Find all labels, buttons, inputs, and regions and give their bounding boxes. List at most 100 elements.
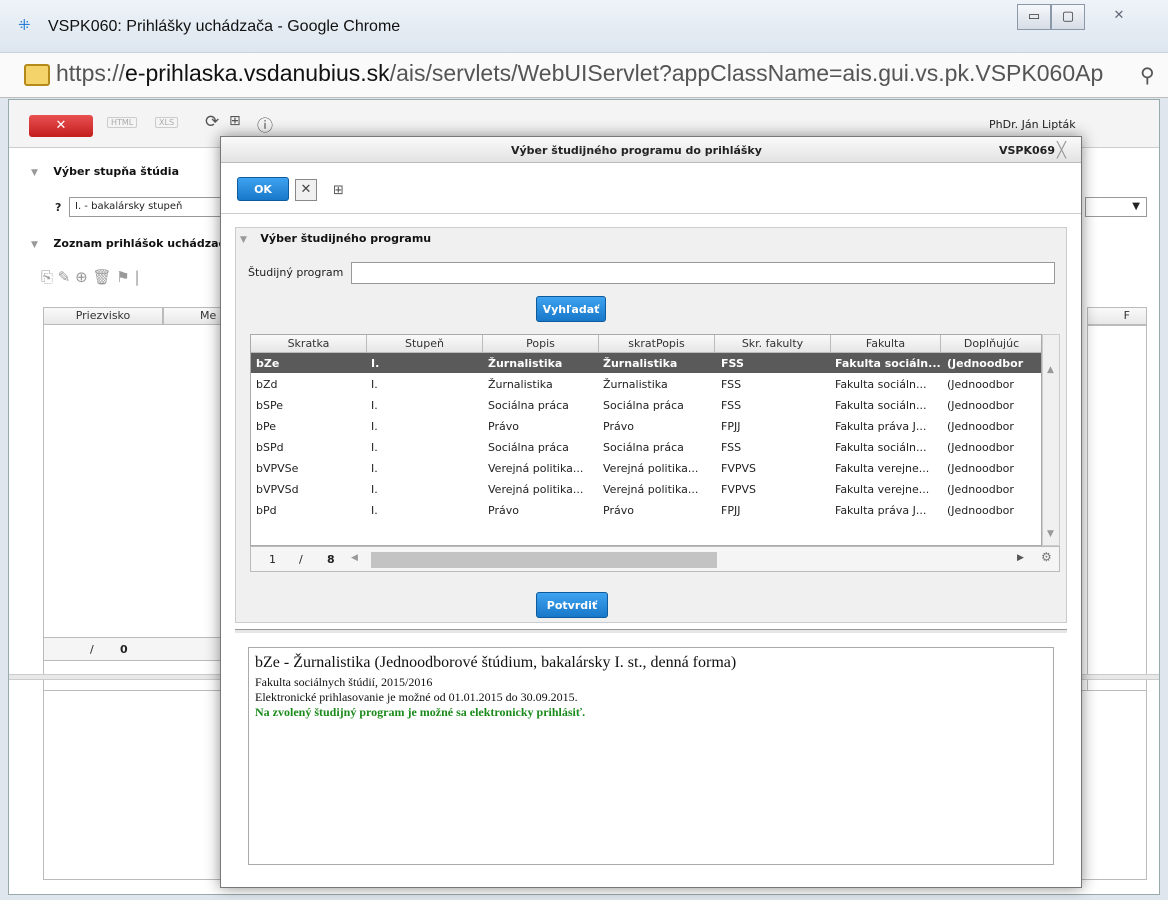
table-row[interactable]: bPd I. Právo Právo FPJJ Fakulta práva J... (Je… [251, 500, 1041, 520]
list-action-icons[interactable]: ⎘ ✎ ⊕ 🗑 ⚑ | [41, 268, 140, 286]
table-cell: bSPe [256, 399, 283, 412]
table-cell: Fakulta verejne... [835, 483, 930, 496]
col-header[interactable]: Doplňujúc [941, 335, 1041, 353]
minimize-button[interactable]: ▭ [1017, 4, 1051, 30]
pager-current: 1 [269, 553, 276, 566]
scroll-right-icon[interactable]: ▶ [1017, 553, 1024, 563]
xls-export-button[interactable]: XLS [155, 117, 179, 128]
lock-warning-icon[interactable] [24, 64, 50, 86]
table-cell: FVPVS [721, 462, 756, 475]
table-cell: FSS [721, 378, 742, 391]
section2-header[interactable]: ▼ Zoznam prihlášok uchádzača [31, 237, 233, 250]
info-icon[interactable]: ⓘ [257, 112, 273, 136]
collapse-triangle-icon[interactable]: ▼ [31, 168, 38, 178]
html-export-button[interactable]: HTML [107, 117, 138, 128]
settings-icon[interactable]: ⚙ [1041, 550, 1052, 564]
tree-icon[interactable]: ⊞ [229, 113, 241, 129]
address-bar[interactable]: https://e-prihlaska.vsdanubius.sk/ais/se… [0, 52, 1168, 98]
col-header[interactable]: Popis [483, 335, 599, 353]
horizontal-scroll-thumb[interactable] [371, 552, 717, 568]
table-cell: Fakulta sociáln... [835, 399, 927, 412]
scroll-up-icon[interactable]: ▲ [1047, 365, 1054, 375]
table-cell: I. [371, 483, 378, 496]
table-row[interactable]: bSPe I. Sociálna práca Sociálna práca FSS Fak… [251, 395, 1041, 415]
table-cell: Právo [603, 420, 634, 433]
grid-vertical-scrollbar[interactable]: ▲ ▼ [1042, 334, 1060, 546]
table-cell: Verejná politika... [488, 483, 584, 496]
degree-select-dropdown[interactable]: ▼ [1085, 197, 1147, 217]
chevron-down-icon: ▼ [1132, 201, 1140, 212]
col-name[interactable]: Me [163, 307, 223, 325]
confirm-button[interactable]: Potvrdiť [536, 592, 608, 618]
details-program-name: bZe - Žurnalistika (Jednoodborové štúdiu… [255, 654, 737, 671]
table-cell: Fakulta sociáln... [835, 357, 941, 370]
table-row[interactable]: bSPd I. Sociálna práca Sociálna práca FSS Fak… [251, 437, 1041, 457]
col-surname[interactable]: Priezvisko [43, 307, 163, 325]
maximize-button[interactable]: ▢ [1051, 4, 1085, 30]
table-cell: Fakulta sociáln... [835, 378, 927, 391]
dialog-title: Výber študijného programu do prihlášky [511, 144, 762, 157]
window-title: VSPK060: Prihlášky uchádzača - Google Ch… [48, 18, 401, 35]
table-cell: Sociálna práca [488, 441, 569, 454]
chrome-app-icon: ⁜ [18, 16, 31, 34]
scroll-left-icon[interactable]: ◀ [351, 553, 358, 563]
table-cell: bZd [256, 378, 278, 391]
applications-grid [43, 307, 223, 737]
degree-select[interactable]: I. - bakalársky stupeň [69, 197, 224, 217]
col-header[interactable]: Stupeň [367, 335, 483, 353]
table-cell: Žurnalistika [488, 378, 553, 391]
table-row[interactable]: bZd I. Žurnalistika Žurnalistika FSS Fakulta … [251, 374, 1041, 394]
table-cell: I. [371, 357, 380, 370]
table-row[interactable]: bZe I. Žurnalistika Žurnalistika FSS Fakulta … [251, 353, 1041, 373]
url-text[interactable]: https://e-prihlaska.vsdanubius.sk/ais/se… [56, 60, 1136, 87]
table-cell: I. [371, 441, 378, 454]
table-cell: Žurnalistika [488, 357, 563, 370]
grid-pager: 1 / 8 ◀ ▶ ⚙ [250, 546, 1060, 572]
details-faculty: Fakulta sociálnych štúdií, 2015/2016 [255, 675, 433, 689]
col-header[interactable]: Fakulta [831, 335, 941, 353]
panel-header[interactable]: ▼ Výber študijného programu [240, 232, 431, 245]
search-icon[interactable]: ⚲ [1140, 63, 1155, 87]
table-row[interactable]: bVPVSe I. Verejná politika... Verejná polit… [251, 458, 1041, 478]
collapse-triangle-icon[interactable]: ▼ [31, 240, 38, 250]
table-cell: bSPd [256, 441, 284, 454]
program-details: bZe - Žurnalistika (Jednoodborové štúdiu… [248, 647, 1054, 865]
table-cell: (Jednoodbor [947, 483, 1014, 496]
search-button[interactable]: Vyhľadať [536, 296, 606, 322]
col-header[interactable]: Skratka [251, 335, 367, 353]
help-mark[interactable]: ? [55, 201, 61, 214]
col-header[interactable]: skratPopis [599, 335, 715, 353]
close-window-button[interactable]: ✕ [1090, 4, 1148, 30]
col-header[interactable]: Skr. fakulty [715, 335, 831, 353]
cancel-icon[interactable]: ✕ [295, 179, 317, 201]
table-cell: Fakulta práva J... [835, 420, 927, 433]
table-cell: Právo [488, 420, 519, 433]
scroll-down-icon[interactable]: ▼ [1047, 529, 1054, 539]
table-cell: bZe [256, 357, 280, 370]
close-app-button[interactable]: ✕ [29, 115, 93, 137]
table-cell: bVPVSd [256, 483, 299, 496]
table-cell: I. [371, 462, 378, 475]
table-cell: I. [371, 399, 378, 412]
table-row[interactable]: bPe I. Právo Právo FPJJ Fakulta práva J... (Je… [251, 416, 1041, 436]
details-status: Na zvolený študijný program je možné sa … [255, 705, 586, 719]
dialog-titlebar: Výber študijného programu do prihlášky V… [221, 137, 1081, 163]
table-cell: bPd [256, 504, 277, 517]
dialog-splitter[interactable] [235, 629, 1067, 633]
dialog-code: VSPK069 [999, 144, 1055, 157]
program-select-dialog: Výber študijného programu do prihlášky V… [220, 136, 1082, 888]
table-cell: I. [371, 420, 378, 433]
table-cell: Žurnalistika [603, 357, 678, 370]
table-cell: I. [371, 378, 378, 391]
collapse-triangle-icon[interactable]: ▼ [240, 235, 247, 245]
program-input[interactable] [351, 262, 1055, 284]
details-dates: Elektronické prihlasovanie je možné od 0… [255, 690, 578, 704]
close-icon[interactable]: ╳ [1057, 141, 1066, 159]
ok-button[interactable]: OK [237, 177, 289, 201]
table-row[interactable]: bVPVSd I. Verejná politika... Verejná polit… [251, 479, 1041, 499]
col-f[interactable]: F [1087, 307, 1147, 325]
table-cell: Právo [603, 504, 634, 517]
refresh-icon[interactable]: ⟳ [205, 112, 219, 132]
tree-icon[interactable]: ⊞ [333, 183, 344, 198]
section1-header[interactable]: ▼ Výber stupňa štúdia [31, 165, 179, 178]
